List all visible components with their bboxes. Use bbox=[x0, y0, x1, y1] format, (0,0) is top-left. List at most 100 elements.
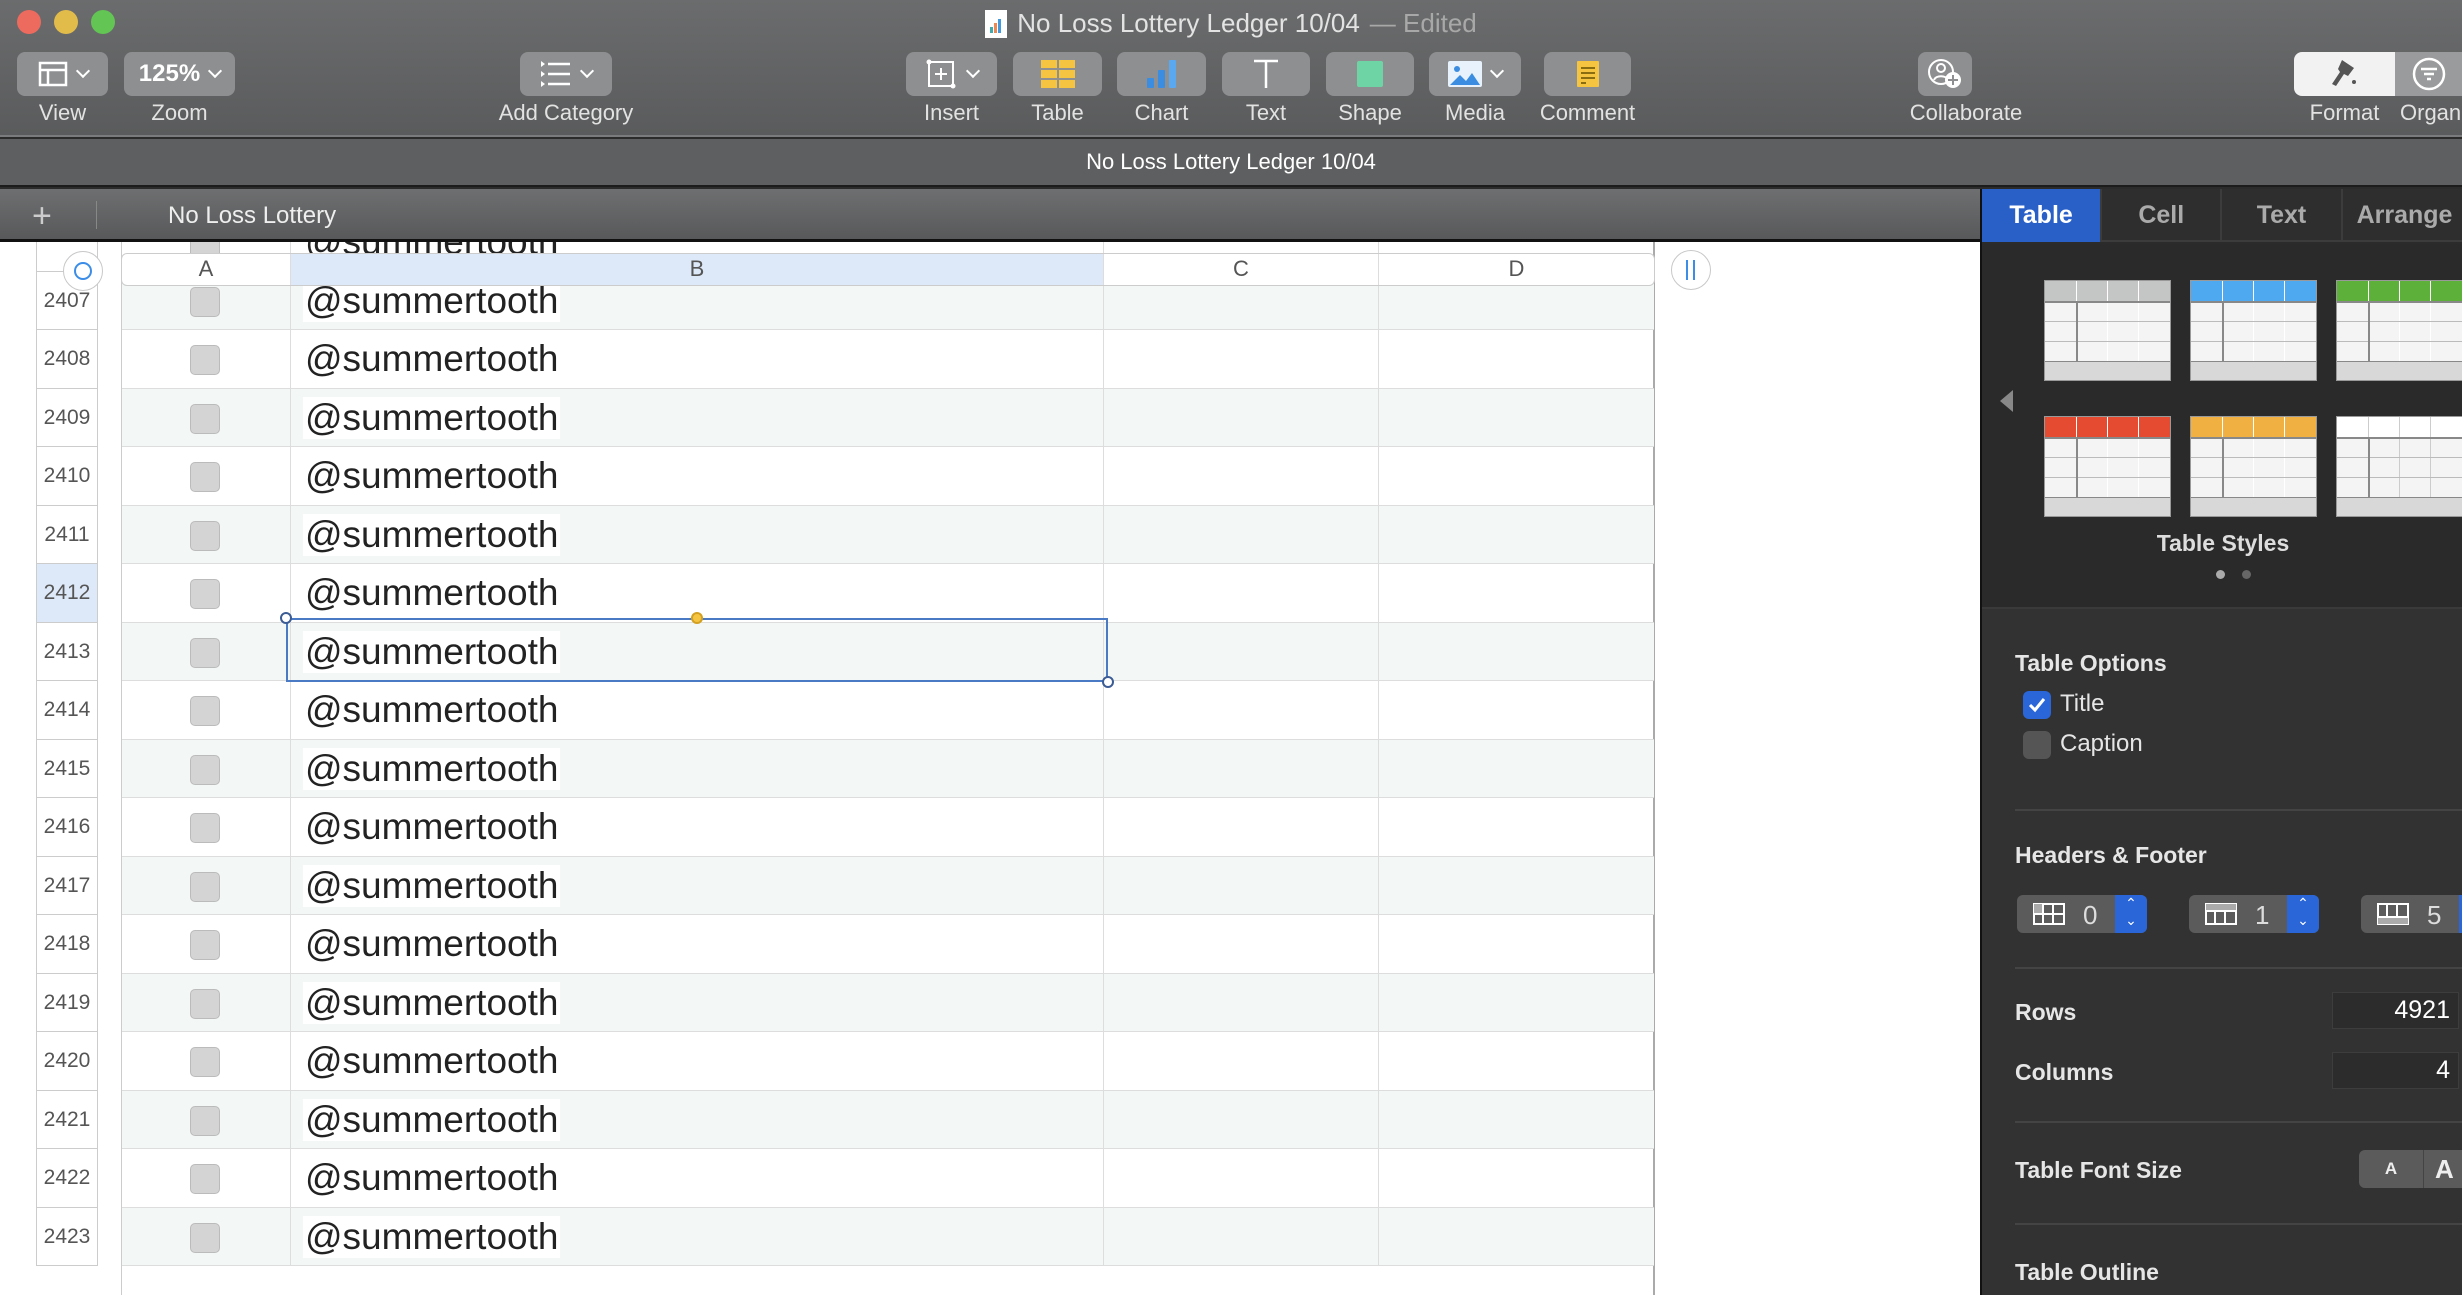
cell-d[interactable] bbox=[1379, 623, 1654, 681]
previous-styles-arrow-icon[interactable] bbox=[2000, 390, 2013, 412]
row-header[interactable]: 2411 bbox=[36, 505, 98, 564]
cell-a[interactable] bbox=[122, 798, 291, 856]
row-checkbox[interactable] bbox=[190, 1105, 220, 1136]
tab-table[interactable]: Table bbox=[1982, 189, 2103, 242]
cell-d[interactable] bbox=[1379, 1149, 1654, 1207]
cell-c[interactable] bbox=[1104, 739, 1379, 797]
columns-input[interactable]: 4 bbox=[2332, 1052, 2459, 1089]
decrease-font-size-button[interactable]: A bbox=[2359, 1150, 2424, 1188]
cell-a[interactable] bbox=[122, 1032, 291, 1090]
cell-a[interactable] bbox=[122, 505, 291, 563]
column-header-b[interactable]: B bbox=[291, 254, 1104, 285]
tab-arrange[interactable]: Arrange bbox=[2343, 189, 2462, 242]
cell-d[interactable] bbox=[1379, 506, 1654, 564]
row-checkbox[interactable] bbox=[190, 345, 220, 375]
row-header[interactable]: 2416 bbox=[36, 798, 98, 857]
cell-c[interactable] bbox=[1104, 447, 1379, 505]
cell-b[interactable]: @summertooth bbox=[291, 1149, 1104, 1207]
cell-d[interactable] bbox=[1379, 857, 1654, 915]
cell-a[interactable] bbox=[122, 330, 291, 388]
selection-handle-top-left[interactable] bbox=[280, 612, 292, 624]
row-header[interactable]: 2420 bbox=[36, 1032, 98, 1091]
row-checkbox[interactable] bbox=[190, 579, 220, 609]
header-columns-stepper[interactable]: 0 ⌃ ⌄ bbox=[2017, 895, 2147, 933]
text-button[interactable] bbox=[1222, 52, 1310, 96]
table-style-thumbnail[interactable] bbox=[2336, 416, 2462, 517]
cell-d[interactable] bbox=[1379, 330, 1654, 388]
row-checkbox[interactable] bbox=[190, 930, 220, 960]
cell-a[interactable] bbox=[122, 681, 291, 739]
cell-b[interactable]: @summertooth bbox=[291, 856, 1104, 914]
sheet-tab-no-loss-lottery[interactable]: No Loss Lottery bbox=[168, 202, 336, 230]
row-checkbox[interactable] bbox=[190, 754, 220, 785]
cell-d[interactable] bbox=[1379, 1208, 1654, 1266]
header-rows-stepper[interactable]: 1 ⌃ ⌄ bbox=[2189, 895, 2319, 933]
cell-a[interactable] bbox=[122, 1090, 291, 1148]
collaborate-button[interactable] bbox=[1918, 52, 1972, 96]
cell-b[interactable]: @summertooth bbox=[291, 739, 1104, 797]
cell-c[interactable] bbox=[1104, 798, 1379, 856]
cell-c[interactable] bbox=[1104, 388, 1379, 446]
page-dot-1[interactable] bbox=[2216, 570, 2225, 579]
cell-c[interactable] bbox=[1104, 1032, 1379, 1090]
select-table-button[interactable] bbox=[63, 251, 103, 291]
comment-button[interactable] bbox=[1544, 52, 1631, 96]
row-checkbox[interactable] bbox=[190, 520, 220, 551]
cell-b[interactable]: @summertooth bbox=[291, 388, 1104, 446]
page-dot-2[interactable] bbox=[2242, 570, 2251, 579]
table-style-thumbnail[interactable] bbox=[2044, 280, 2171, 381]
cell-a[interactable] bbox=[122, 1207, 291, 1265]
row-header[interactable]: 2409 bbox=[36, 388, 98, 447]
row-checkbox[interactable] bbox=[190, 871, 220, 902]
cell-b[interactable]: @summertooth bbox=[291, 973, 1104, 1031]
add-sheet-button[interactable]: + bbox=[32, 197, 52, 236]
row-checkbox[interactable] bbox=[190, 696, 220, 726]
row-header[interactable]: 2419 bbox=[36, 973, 98, 1032]
row-header[interactable]: 2417 bbox=[36, 856, 98, 915]
cell-d[interactable] bbox=[1379, 681, 1654, 739]
chart-button[interactable] bbox=[1117, 52, 1206, 96]
title-checkbox[interactable] bbox=[2023, 691, 2051, 719]
cell-b[interactable]: @summertooth bbox=[291, 505, 1104, 563]
selection-handle-bottom-right[interactable] bbox=[1102, 676, 1114, 688]
cell-c[interactable] bbox=[1104, 564, 1379, 622]
row-header[interactable]: 2408 bbox=[36, 330, 98, 389]
row-header[interactable]: 2422 bbox=[36, 1149, 98, 1208]
table-style-thumbnail[interactable] bbox=[2044, 416, 2171, 517]
row-header[interactable]: 2413 bbox=[36, 622, 98, 681]
cell-d[interactable] bbox=[1379, 1032, 1654, 1090]
cell-b[interactable]: @summertooth bbox=[291, 1090, 1104, 1148]
cell-c[interactable] bbox=[1104, 915, 1379, 973]
cell-c[interactable] bbox=[1104, 505, 1379, 563]
table-style-thumbnail[interactable] bbox=[2336, 280, 2462, 381]
view-button[interactable] bbox=[17, 52, 108, 96]
cell-d[interactable] bbox=[1379, 740, 1654, 798]
cell-d[interactable] bbox=[1379, 974, 1654, 1032]
cell-b[interactable]: @summertooth bbox=[291, 1032, 1104, 1090]
row-checkbox[interactable] bbox=[190, 1164, 220, 1194]
cell-a[interactable] bbox=[122, 856, 291, 914]
cell-a[interactable] bbox=[122, 1149, 291, 1207]
cell-a[interactable] bbox=[122, 564, 291, 622]
shape-button[interactable] bbox=[1326, 52, 1414, 96]
rows-input[interactable]: 4921 bbox=[2332, 992, 2459, 1029]
table-button[interactable] bbox=[1013, 52, 1102, 96]
column-header-a[interactable]: A bbox=[122, 254, 291, 285]
row-header[interactable]: 2412 bbox=[36, 564, 98, 623]
increase-font-size-button[interactable]: A bbox=[2425, 1150, 2462, 1188]
footer-rows-stepper[interactable]: 5 ⌃⌄ bbox=[2361, 895, 2462, 933]
cell-b[interactable]: @summertooth bbox=[291, 681, 1104, 739]
column-header-c[interactable]: C bbox=[1104, 254, 1379, 285]
cell-b[interactable]: @summertooth bbox=[291, 915, 1104, 973]
cell-c[interactable] bbox=[1104, 681, 1379, 739]
cell-c[interactable] bbox=[1104, 1207, 1379, 1265]
cell-c[interactable] bbox=[1104, 330, 1379, 388]
cell-b[interactable]: @summertooth bbox=[291, 1207, 1104, 1265]
cell-d[interactable] bbox=[1379, 915, 1654, 973]
row-checkbox[interactable] bbox=[190, 1047, 220, 1077]
row-checkbox[interactable] bbox=[190, 1222, 220, 1253]
cell-c[interactable] bbox=[1104, 856, 1379, 914]
cell-b[interactable]: @summertooth bbox=[291, 330, 1104, 388]
cell-a[interactable] bbox=[122, 447, 291, 505]
row-checkbox[interactable] bbox=[190, 462, 220, 492]
